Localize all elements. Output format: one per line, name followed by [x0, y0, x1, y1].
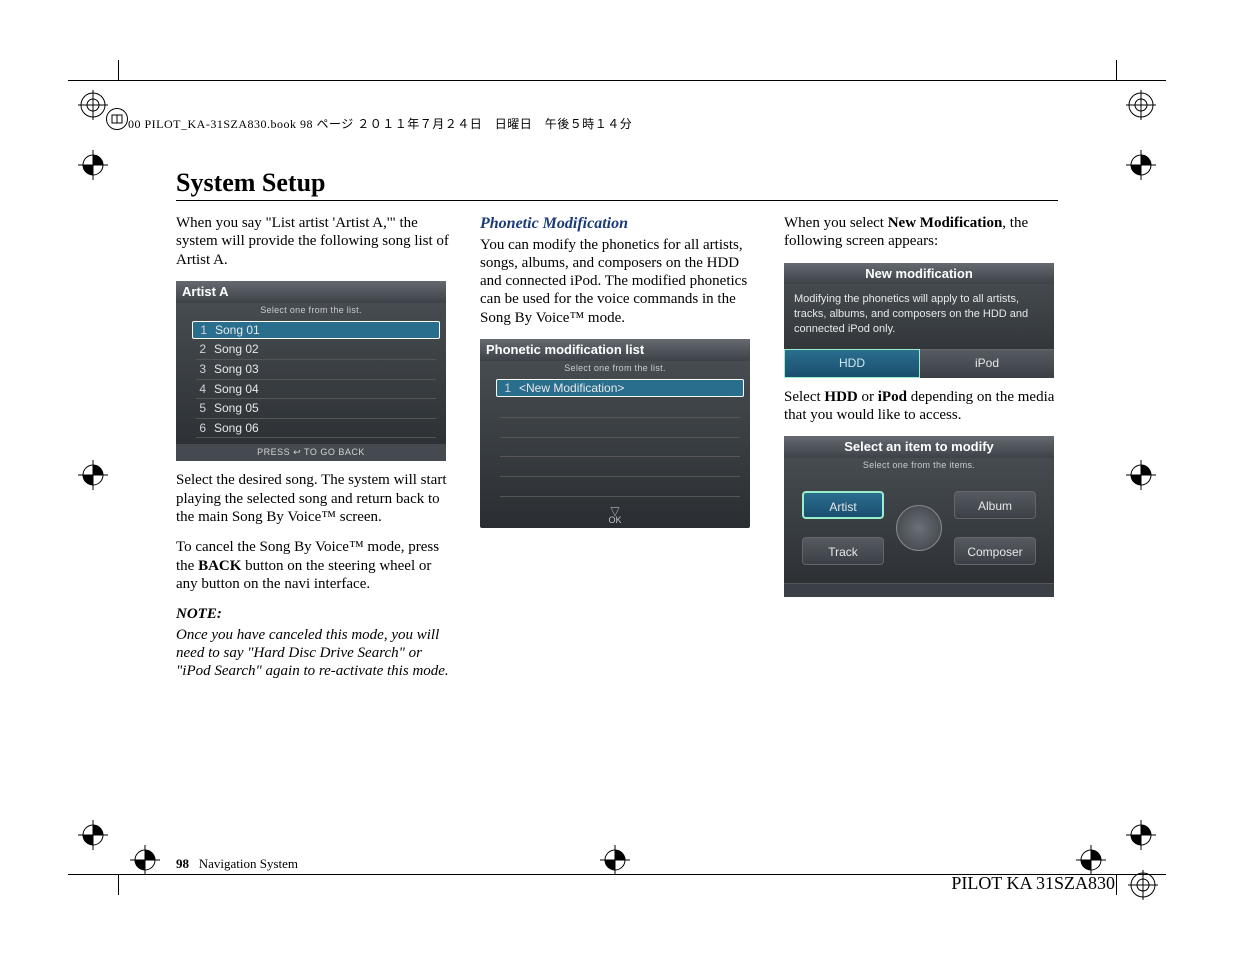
body-text: When you say "List artist 'Artist A,'" t…: [176, 214, 454, 269]
list-item: 3Song 03: [196, 360, 436, 380]
registration-mark-icon: [78, 460, 108, 490]
list-item: 1Song 01: [192, 321, 440, 340]
list-item: 4Song 04: [196, 380, 436, 400]
screenshot-title: Phonetic modification list: [480, 339, 750, 361]
registration-mark-icon: [1076, 845, 1106, 875]
footer-left: 98 Navigation System: [176, 856, 298, 872]
list-item: [500, 418, 740, 438]
section-heading: Phonetic Modification: [480, 214, 758, 234]
hdd-button: HDD: [784, 349, 920, 378]
registration-mark-icon: [600, 845, 630, 875]
registration-mark-icon: [78, 90, 108, 120]
list-item: [500, 457, 740, 477]
screenshot-subtitle: Select one from the list.: [176, 303, 446, 318]
dpad-center-icon: [896, 505, 942, 551]
header-meta: 00 PILOT_KA-31SZA830.book 98 ページ ２０１１年７月…: [128, 115, 632, 132]
list-item: 2Song 02: [196, 340, 436, 360]
body-text: Select HDD or iPod depending on the medi…: [784, 388, 1059, 425]
body-text: Select the desired song. The system will…: [176, 471, 454, 526]
registration-mark-icon: [1126, 820, 1156, 850]
ok-indicator: ▽ OK: [480, 503, 750, 528]
new-modification-screenshot: New modification Modifying the phonetics…: [784, 263, 1054, 378]
page-title: System Setup: [176, 168, 326, 198]
book-icon: [106, 108, 128, 130]
screenshot-title: Artist A: [176, 281, 446, 303]
body-text: When you select New Modification, the fo…: [784, 214, 1059, 251]
note-heading: NOTE:: [176, 605, 454, 623]
screenshot-subtitle: Select one from the items.: [784, 458, 1054, 473]
screenshot-subtitle: Select one from the list.: [480, 361, 750, 376]
body-text: You can modify the phonetics for all art…: [480, 236, 758, 327]
screenshot-body: Modifying the phonetics will apply to al…: [784, 284, 1054, 349]
list-item: 6Song 06: [196, 419, 436, 439]
list-item: [500, 477, 740, 497]
registration-mark-icon: [1126, 460, 1156, 490]
ipod-button: iPod: [920, 349, 1054, 378]
screenshot-footer: PRESS ↩ TO GO BACK: [176, 444, 446, 461]
artist-button: Artist: [802, 491, 884, 519]
screenshot-title: New modification: [784, 263, 1054, 285]
registration-mark-icon: [130, 845, 160, 875]
body-text: To cancel the Song By Voice™ mode, press…: [176, 538, 454, 593]
composer-button: Composer: [954, 537, 1036, 565]
list-item: [500, 438, 740, 458]
track-button: Track: [802, 537, 884, 565]
list-item: [500, 398, 740, 418]
registration-mark-icon: [78, 150, 108, 180]
note-body: Once you have canceled this mode, you wi…: [176, 626, 454, 681]
registration-mark-icon: [78, 820, 108, 850]
footer-right: PILOT KA 31SZA830: [951, 873, 1115, 894]
chevron-down-icon: ▽: [480, 507, 750, 515]
list-item: 5Song 05: [196, 399, 436, 419]
select-item-screenshot: Select an item to modify Select one from…: [784, 436, 1054, 597]
artist-list-screenshot: Artist A Select one from the list. 1Song…: [176, 281, 446, 462]
registration-mark-icon: [1126, 150, 1156, 180]
screenshot-title: Select an item to modify: [784, 436, 1054, 458]
list-item: 1 <New Modification>: [496, 379, 744, 398]
phonetic-list-screenshot: Phonetic modification list Select one fr…: [480, 339, 750, 528]
album-button: Album: [954, 491, 1036, 519]
registration-mark-icon: [1126, 90, 1156, 120]
registration-mark-icon: [1128, 870, 1158, 900]
